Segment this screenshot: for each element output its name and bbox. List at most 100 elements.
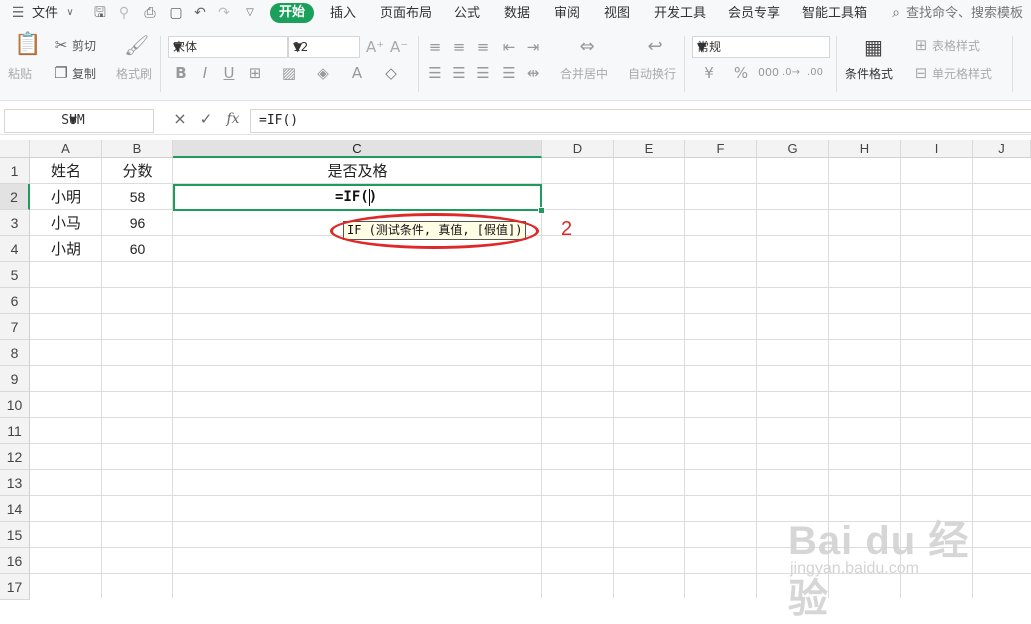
font-name-select[interactable]: 宋体 ▼ bbox=[168, 36, 288, 58]
save-icon[interactable]: 🖫 bbox=[92, 5, 108, 21]
cell-a3[interactable]: 小马 bbox=[30, 210, 102, 236]
tab-review[interactable]: 审阅 bbox=[554, 5, 580, 23]
cell-b3[interactable]: 96 bbox=[102, 210, 173, 236]
conditional-format-icon[interactable]: ▦ bbox=[864, 37, 883, 57]
font-size-select[interactable]: 12 ▼ bbox=[288, 36, 360, 58]
column-header-a[interactable]: A bbox=[30, 140, 102, 158]
row-header-6[interactable]: 6 bbox=[0, 288, 30, 314]
cut-button[interactable]: 剪切 bbox=[72, 38, 96, 54]
print-preview-icon[interactable]: ▢ bbox=[168, 5, 184, 21]
spreadsheet-grid[interactable]: A B C D E F G H I J 1 2 3 4 5 6 7 8 9 10… bbox=[0, 140, 1031, 621]
file-menu[interactable]: 文件 bbox=[32, 5, 58, 23]
row-header-3[interactable]: 3 bbox=[0, 210, 30, 236]
tab-insert[interactable]: 插入 bbox=[330, 5, 356, 23]
redo-icon[interactable]: ↷ bbox=[216, 5, 232, 21]
table-style-icon[interactable]: ⊞ bbox=[912, 36, 930, 54]
thousands-icon[interactable]: 000 bbox=[758, 64, 779, 82]
tab-page-layout[interactable]: 页面布局 bbox=[380, 5, 432, 23]
row-header-11[interactable]: 11 bbox=[0, 418, 30, 444]
column-header-d[interactable]: D bbox=[542, 140, 614, 158]
cell-a2[interactable]: 小明 bbox=[30, 184, 102, 210]
row-header-13[interactable]: 13 bbox=[0, 470, 30, 496]
select-all-corner[interactable] bbox=[0, 140, 30, 158]
cancel-icon[interactable]: × bbox=[172, 111, 188, 127]
column-header-f[interactable]: F bbox=[685, 140, 757, 158]
column-header-j[interactable]: J bbox=[973, 140, 1031, 158]
currency-icon[interactable]: ¥ bbox=[700, 64, 718, 82]
column-header-g[interactable]: G bbox=[757, 140, 829, 158]
distributed-icon[interactable]: ⇹ bbox=[524, 64, 542, 82]
print-icon[interactable]: ⎙ bbox=[142, 5, 158, 21]
column-header-c[interactable]: C bbox=[173, 140, 542, 158]
eraser-icon[interactable]: ◇ bbox=[382, 64, 400, 82]
paste-icon[interactable]: 📋 bbox=[14, 34, 41, 56]
merge-center-icon[interactable]: ⇔ bbox=[578, 38, 596, 56]
tab-data[interactable]: 数据 bbox=[504, 5, 530, 23]
row-header-2[interactable]: 2 bbox=[0, 184, 30, 210]
undo-icon[interactable]: ↶ bbox=[192, 5, 208, 21]
command-search-input[interactable]: 查找命令、搜索模板 bbox=[906, 5, 1023, 23]
align-left-icon[interactable]: ☰ bbox=[426, 64, 444, 82]
tab-membership[interactable]: 会员专享 bbox=[728, 5, 780, 23]
row-header-5[interactable]: 5 bbox=[0, 262, 30, 288]
scissors-icon[interactable]: ✂ bbox=[52, 36, 70, 54]
tab-view[interactable]: 视图 bbox=[604, 5, 630, 23]
fill-handle[interactable] bbox=[538, 207, 545, 214]
format-painter-icon[interactable]: 🖌 bbox=[124, 35, 149, 55]
cell-b4[interactable]: 60 bbox=[102, 236, 173, 262]
align-center-icon[interactable]: ☰ bbox=[450, 64, 468, 82]
tab-developer[interactable]: 开发工具 bbox=[654, 5, 706, 23]
number-format-select[interactable]: 常规 ▼ bbox=[692, 36, 830, 58]
search-icon[interactable]: ⌕ bbox=[888, 5, 904, 21]
paste-button[interactable]: 粘贴 bbox=[8, 66, 32, 82]
column-header-i[interactable]: I bbox=[901, 140, 973, 158]
copy-icon[interactable]: ❐ bbox=[52, 64, 70, 82]
fill-color-icon[interactable]: ◈ bbox=[314, 64, 332, 82]
conditional-format-button[interactable]: 条件格式 bbox=[845, 66, 893, 82]
cell-b2[interactable]: 58 bbox=[102, 184, 173, 210]
bold-icon[interactable]: B bbox=[172, 64, 190, 82]
border-icon[interactable]: ⊞ bbox=[246, 64, 264, 82]
confirm-icon[interactable]: ✓ bbox=[198, 111, 214, 127]
percent-icon[interactable]: % bbox=[732, 64, 750, 82]
cell-a4[interactable]: 小胡 bbox=[30, 236, 102, 262]
quick-access-dropdown-icon[interactable]: ▽ bbox=[242, 5, 258, 21]
column-header-h[interactable]: H bbox=[829, 140, 901, 158]
wrap-text-icon[interactable]: ↩ bbox=[646, 38, 664, 56]
decrease-decimal-icon[interactable]: .00 bbox=[806, 64, 824, 82]
row-header-8[interactable]: 8 bbox=[0, 340, 30, 366]
column-header-b[interactable]: B bbox=[102, 140, 173, 158]
row-header-7[interactable]: 7 bbox=[0, 314, 30, 340]
link-icon[interactable]: ⚲ bbox=[116, 5, 132, 21]
row-header-14[interactable]: 14 bbox=[0, 496, 30, 522]
italic-icon[interactable]: I bbox=[196, 64, 214, 82]
align-middle-icon[interactable]: ≡ bbox=[450, 38, 468, 56]
cell-a1[interactable]: 姓名 bbox=[30, 158, 102, 184]
cell-b1[interactable]: 分数 bbox=[102, 158, 173, 184]
increase-font-icon[interactable]: A⁺ bbox=[366, 38, 384, 56]
table-style-button[interactable]: 表格样式 bbox=[932, 38, 980, 54]
align-right-icon[interactable]: ☰ bbox=[474, 64, 492, 82]
row-header-12[interactable]: 12 bbox=[0, 444, 30, 470]
row-header-4[interactable]: 4 bbox=[0, 236, 30, 262]
underline-icon[interactable]: U bbox=[220, 64, 238, 82]
row-header-17[interactable]: 17 bbox=[0, 574, 30, 600]
font-color-icon[interactable]: A bbox=[348, 64, 366, 82]
cell-style-icon[interactable]: ⊟ bbox=[912, 64, 930, 82]
tab-start[interactable]: 开始 bbox=[270, 3, 314, 23]
row-header-16[interactable]: 16 bbox=[0, 548, 30, 574]
justify-icon[interactable]: ☰ bbox=[500, 64, 518, 82]
chevron-down-icon[interactable]: ∨ bbox=[62, 5, 78, 21]
align-top-icon[interactable]: ≡ bbox=[426, 38, 444, 56]
tab-formulas[interactable]: 公式 bbox=[454, 5, 480, 23]
cell-style-button[interactable]: 单元格样式 bbox=[932, 66, 992, 82]
increase-indent-icon[interactable]: ⇥ bbox=[524, 38, 542, 56]
row-header-15[interactable]: 15 bbox=[0, 522, 30, 548]
cell-editor-text[interactable]: =IF() bbox=[335, 187, 377, 207]
copy-button[interactable]: 复制 bbox=[72, 66, 96, 82]
cell-c1[interactable]: 是否及格 bbox=[173, 158, 542, 184]
decrease-indent-icon[interactable]: ⇤ bbox=[500, 38, 518, 56]
align-bottom-icon[interactable]: ≡ bbox=[474, 38, 492, 56]
wrap-text-button[interactable]: 自动换行 bbox=[628, 66, 676, 82]
tab-smart-toolbox[interactable]: 智能工具箱 bbox=[802, 5, 867, 23]
